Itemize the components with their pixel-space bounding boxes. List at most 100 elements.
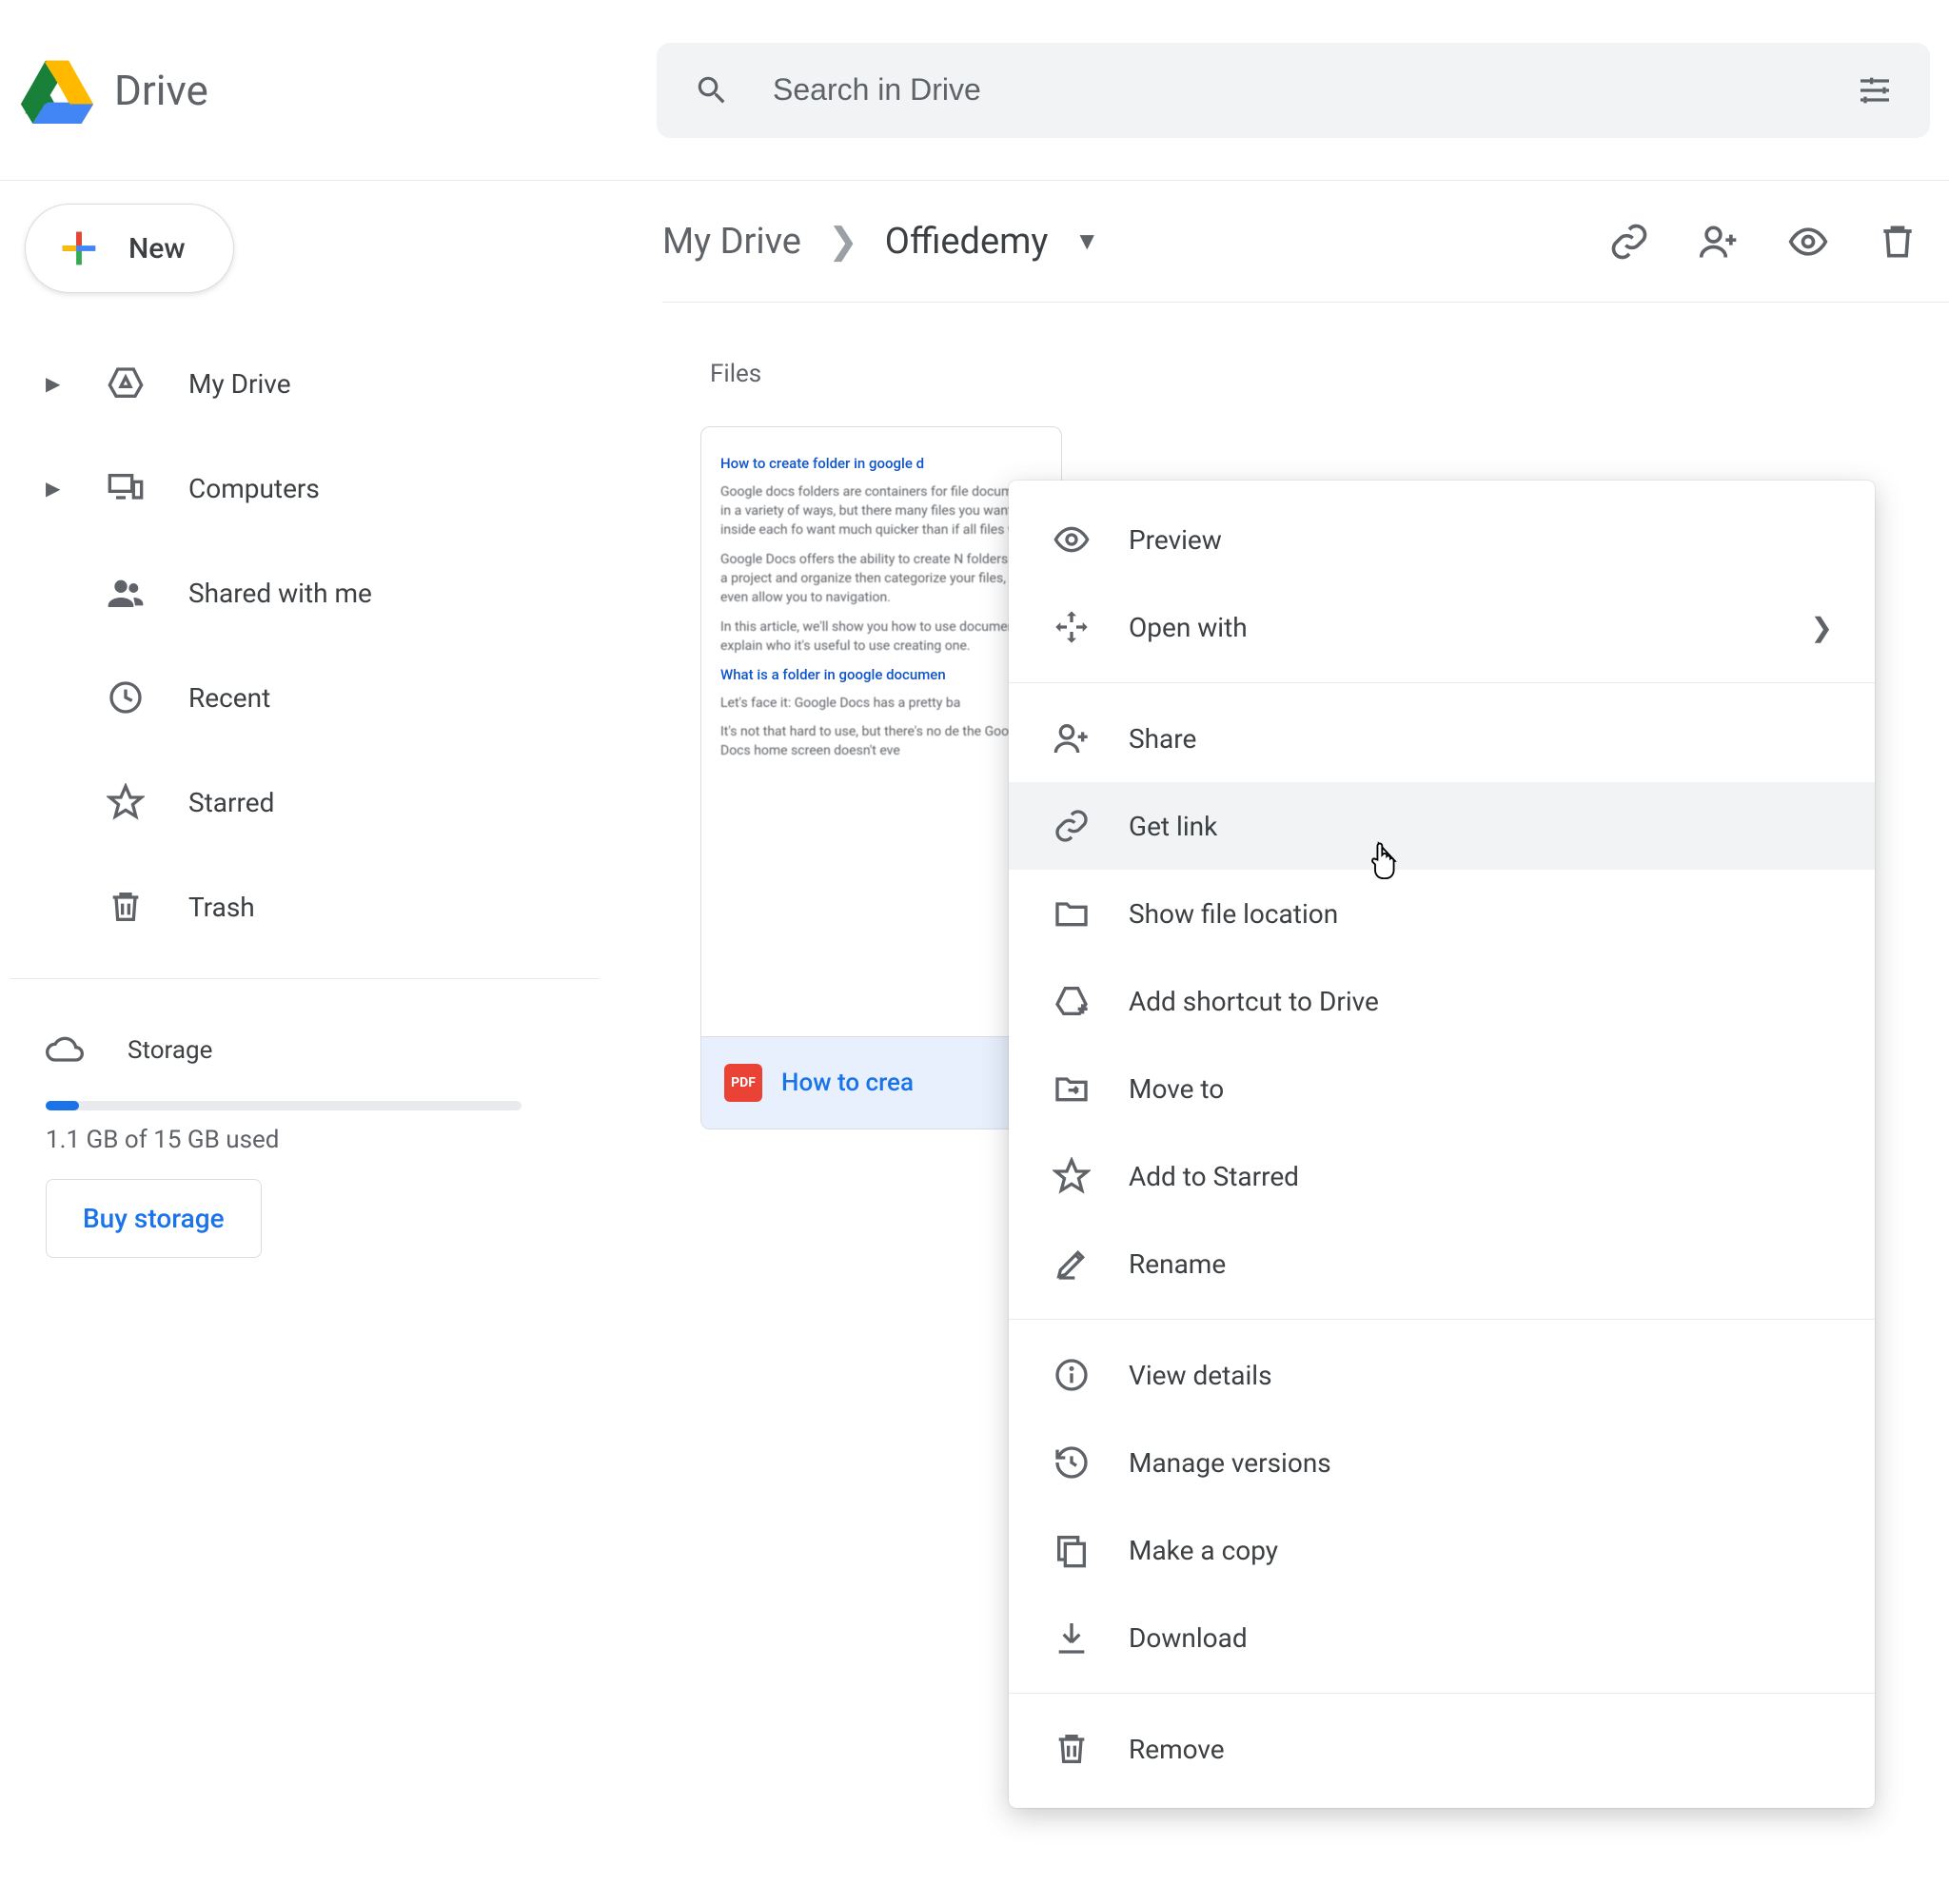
search-input[interactable] <box>773 72 1814 108</box>
pdf-icon: PDF <box>724 1064 762 1102</box>
menu-label: Open with <box>1129 612 1248 643</box>
sidebar-item-recent[interactable]: Recent <box>10 645 609 750</box>
plus-icon <box>54 224 104 273</box>
menu-label: Add shortcut to Drive <box>1129 986 1379 1017</box>
sidebar-item-label: Shared with me <box>188 578 372 609</box>
sidebar-item-label: My Drive <box>188 368 291 400</box>
sidebar-item-starred[interactable]: Starred <box>10 750 609 854</box>
menu-open-with[interactable]: Open with ❯ <box>1009 583 1875 671</box>
menu-share[interactable]: Share <box>1009 695 1875 782</box>
menu-label: Download <box>1129 1622 1248 1654</box>
open-with-icon <box>1051 608 1093 646</box>
sidebar-item-storage[interactable]: Storage <box>46 1008 581 1093</box>
thumb-text: Let's face it: Google Docs has a pretty … <box>720 694 1052 713</box>
dropdown-icon[interactable]: ▼ <box>1074 226 1099 256</box>
new-button-label: New <box>128 232 186 265</box>
app-header: Drive <box>0 0 1949 181</box>
menu-label: Make a copy <box>1129 1535 1278 1566</box>
menu-move-to[interactable]: Move to <box>1009 1045 1875 1132</box>
menu-label: Share <box>1129 723 1196 755</box>
cloud-icon <box>46 1031 84 1070</box>
menu-label: Remove <box>1129 1734 1225 1765</box>
sidebar-item-label: Trash <box>188 892 255 923</box>
menu-preview[interactable]: Preview <box>1009 496 1875 583</box>
star-icon <box>1051 1157 1093 1195</box>
preview-eye-icon[interactable] <box>1785 219 1831 265</box>
menu-label: View details <box>1129 1360 1272 1391</box>
files-section-label: Files <box>710 360 1949 388</box>
sidebar-list: ▶ My Drive ▶ Computers Shared with me Re… <box>10 331 609 959</box>
menu-label: Show file location <box>1129 898 1338 930</box>
search-icon[interactable] <box>689 68 735 113</box>
menu-remove[interactable]: Remove <box>1009 1705 1875 1793</box>
logo-area: Drive <box>19 57 657 124</box>
context-menu: Preview Open with ❯ Share Get link Show … <box>1009 481 1875 1808</box>
computers-icon <box>107 469 145 507</box>
file-card[interactable]: How to create folder in google d Google … <box>700 426 1062 1129</box>
thumb-heading: What is a folder in google documen <box>720 665 1052 686</box>
search-bar[interactable] <box>657 43 1930 138</box>
menu-manage-versions[interactable]: Manage versions <box>1009 1419 1875 1506</box>
clock-icon <box>107 678 145 716</box>
expand-icon: ▶ <box>46 372 63 395</box>
app-title: Drive <box>114 66 208 115</box>
menu-label: Rename <box>1129 1248 1226 1280</box>
shared-icon <box>107 574 145 612</box>
sidebar-item-shared[interactable]: Shared with me <box>10 540 609 645</box>
file-actions <box>1606 219 1930 265</box>
drive-shortcut-icon <box>1051 982 1093 1020</box>
folder-icon <box>1051 894 1093 932</box>
drive-logo-icon <box>19 57 95 124</box>
menu-view-details[interactable]: View details <box>1009 1331 1875 1419</box>
file-card-footer: PDF How to crea <box>701 1036 1061 1129</box>
thumb-text: It's not that hard to use, but there's n… <box>720 722 1052 761</box>
share-person-icon[interactable] <box>1696 219 1742 265</box>
separator <box>1009 1693 1875 1694</box>
breadcrumb-current[interactable]: Offiedemy <box>885 221 1049 263</box>
menu-label: Add to Starred <box>1129 1161 1299 1192</box>
separator <box>10 978 600 979</box>
buy-storage-button[interactable]: Buy storage <box>46 1179 262 1258</box>
history-icon <box>1051 1443 1093 1482</box>
breadcrumb: My Drive ❯ Offiedemy ▼ <box>662 220 1099 263</box>
expand-icon: ▶ <box>46 477 63 500</box>
sidebar-item-my-drive[interactable]: ▶ My Drive <box>10 331 609 436</box>
menu-get-link[interactable]: Get link <box>1009 782 1875 870</box>
menu-add-shortcut[interactable]: Add shortcut to Drive <box>1009 957 1875 1045</box>
link-icon <box>1051 807 1093 845</box>
eye-icon <box>1051 520 1093 559</box>
info-icon <box>1051 1356 1093 1394</box>
sidebar-item-label: Recent <box>188 682 270 714</box>
sidebar-item-trash[interactable]: Trash <box>10 854 609 959</box>
separator <box>1009 682 1875 683</box>
pencil-icon <box>1051 1245 1093 1283</box>
breadcrumb-root[interactable]: My Drive <box>662 221 801 263</box>
toolbar-row: My Drive ❯ Offiedemy ▼ <box>662 181 1949 303</box>
sidebar-item-label: Starred <box>188 787 274 818</box>
folder-move-icon <box>1051 1070 1093 1108</box>
get-link-icon[interactable] <box>1606 219 1652 265</box>
menu-make-copy[interactable]: Make a copy <box>1009 1506 1875 1594</box>
file-card-title: How to crea <box>781 1069 914 1097</box>
menu-download[interactable]: Download <box>1009 1594 1875 1681</box>
sidebar: New ▶ My Drive ▶ Computers Shared with m… <box>0 181 609 1904</box>
star-icon <box>107 783 145 821</box>
my-drive-icon <box>107 364 145 402</box>
menu-add-starred[interactable]: Add to Starred <box>1009 1132 1875 1220</box>
file-thumbnail: How to create folder in google d Google … <box>701 427 1061 1036</box>
chevron-right-icon: ❯ <box>1811 612 1833 643</box>
new-button[interactable]: New <box>25 204 234 293</box>
trash-icon <box>107 888 145 926</box>
menu-rename[interactable]: Rename <box>1009 1220 1875 1307</box>
trash-icon <box>1051 1730 1093 1768</box>
thumb-text: In this article, we'll show you how to u… <box>720 618 1052 657</box>
remove-trash-icon[interactable] <box>1875 219 1920 265</box>
menu-label: Preview <box>1129 524 1222 556</box>
menu-show-location[interactable]: Show file location <box>1009 870 1875 957</box>
thumb-heading: How to create folder in google d <box>720 454 1052 475</box>
storage-used-text: 1.1 GB of 15 GB used <box>46 1126 581 1154</box>
search-options-icon[interactable] <box>1852 68 1898 113</box>
sidebar-item-computers[interactable]: ▶ Computers <box>10 436 609 540</box>
menu-label: Move to <box>1129 1073 1224 1105</box>
chevron-right-icon: ❯ <box>828 220 858 263</box>
